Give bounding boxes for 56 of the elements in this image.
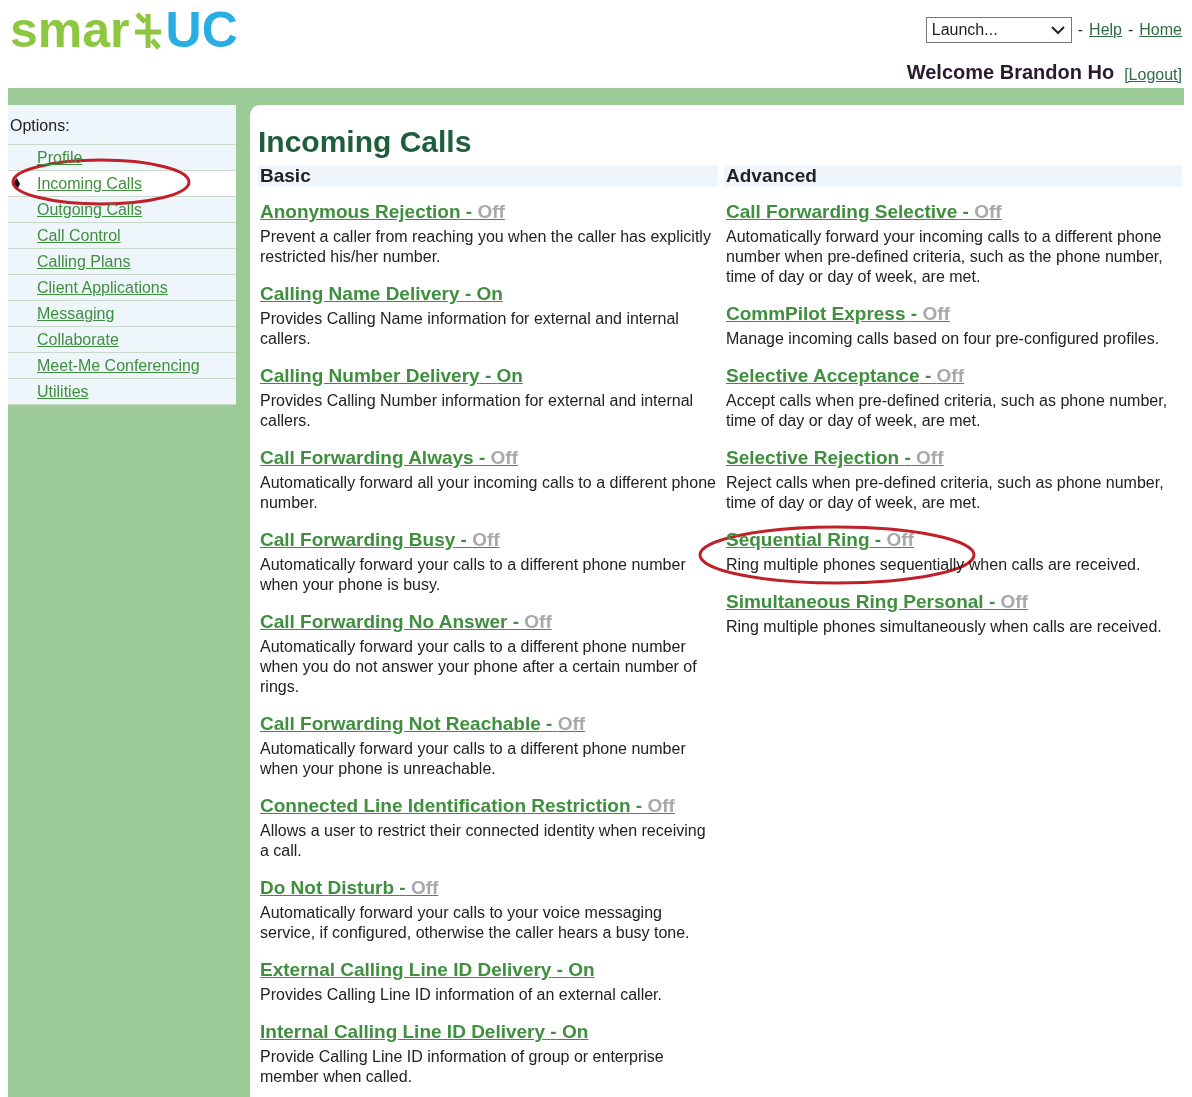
section-heading: Advanced — [724, 165, 1182, 187]
link-separator: - — [1077, 20, 1084, 40]
feature-description: Provides Calling Number information for external and internal callers. — [260, 391, 695, 431]
feature-description: Automatically forward your calls to a different phone number when your phone is busy. — [260, 555, 687, 595]
feature-description: Reject calls when pre-defined criteria, such as phone number, time of day or day of week, are met. — [726, 473, 1165, 513]
feature-link[interactable]: Internal Calling Line ID Delivery - On — [260, 1021, 589, 1042]
sidebar-item[interactable]: Outgoing Calls — [37, 197, 142, 222]
feature-link[interactable]: Sequential Ring - Off — [726, 529, 914, 550]
feature-description: Ring multiple phones simultaneously when calls are received. — [726, 617, 1163, 637]
chevron-down-icon — [1049, 25, 1066, 35]
sidebar-item[interactable]: Collaborate — [37, 327, 119, 352]
feature-description: Allows a user to restrict their connected identity when receiving a call. — [260, 821, 707, 861]
feature-link[interactable]: Selective Acceptance - Off — [726, 365, 964, 386]
feature-description: Automatically forward your calls to your voice messaging service, if configured, otherwise the caller hears a busy tone. — [260, 903, 691, 943]
feature-description: Automatically forward all your incoming calls to a different phone number. — [260, 473, 716, 513]
logo: smar UC — [10, 1, 238, 60]
launch-select[interactable]: Launch... — [925, 17, 1072, 43]
feature-description: Provides Calling Line ID information of an external caller. — [260, 985, 663, 1005]
feature-description: Accept calls when pre-defined criteria, such as phone number, time of day or day of week, are met. — [726, 391, 1169, 431]
feature-description: Automatically forward your incoming calls to a different phone number when pre-defined criteria, such as the phone number, time of day or day of week, are met. — [726, 227, 1164, 287]
feature-link[interactable]: Call Forwarding Busy - Off — [260, 529, 500, 550]
sidebar-item[interactable]: Profile — [37, 145, 83, 170]
sidebar-item[interactable]: Meet-Me Conferencing — [37, 353, 200, 378]
feature-link[interactable]: External Calling Line ID Delivery - On — [260, 959, 595, 980]
feature-link[interactable]: Simultaneous Ring Personal - Off — [726, 591, 1028, 612]
header-link[interactable]: Help — [1089, 18, 1122, 42]
header-link[interactable]: Home — [1139, 18, 1182, 42]
feature-link[interactable]: Call Forwarding Selective - Off — [726, 201, 1002, 222]
feature-link[interactable]: Calling Number Delivery - On — [260, 365, 523, 386]
feature-link[interactable]: Calling Name Delivery - On — [260, 283, 503, 304]
feature-link[interactable]: Do Not Disturb - Off — [260, 877, 439, 898]
section-heading: Basic — [258, 165, 718, 187]
feature-link[interactable]: Call Forwarding Not Reachable - Off — [260, 713, 586, 734]
sidebar-item[interactable]: Client Applications — [37, 275, 168, 300]
sidebar-item[interactable]: Messaging — [37, 301, 115, 326]
sidebar-item[interactable]: Call Control — [37, 223, 121, 248]
feature-description: Prevent a caller from reaching you when the caller has explicitly restricted his/her number. — [260, 227, 712, 267]
feature-link[interactable]: Selective Rejection - Off — [726, 447, 944, 468]
page-title: Incoming Calls — [258, 125, 473, 159]
feature-link[interactable]: Call Forwarding Always - Off — [260, 447, 518, 468]
feature-link[interactable]: Connected Line Identification Restriction - Off — [260, 795, 675, 816]
feature-description: Manage incoming calls based on four pre-configured profiles. — [726, 329, 1161, 349]
sidebar-item[interactable]: Calling Plans — [37, 249, 131, 274]
logout-link[interactable]: [Logout] — [1124, 63, 1182, 87]
feature-description: Ring multiple phones sequentially when calls are received. — [726, 555, 1142, 575]
feature-description: Automatically forward your calls to a different phone number when you do not answer your phone after a certain number of rings. — [260, 637, 698, 697]
feature-description: Provide Calling Line ID information of group or enterprise member when called. — [260, 1047, 665, 1087]
feature-link[interactable]: Call Forwarding No Answer - Off — [260, 611, 552, 632]
feature-link[interactable]: Anonymous Rejection - Off — [260, 201, 505, 222]
sidebar-item[interactable]: Utilities — [37, 379, 89, 404]
feature-description: Provides Calling Name information for external and internal callers. — [260, 309, 680, 349]
link-separator: - — [1128, 20, 1134, 40]
welcome-text: Welcome Brandon Ho — [906, 60, 1115, 85]
feature-description: Automatically forward your calls to a different phone number when your phone is unreachable. — [260, 739, 687, 779]
feature-link[interactable]: CommPilot Express - Off — [726, 303, 950, 324]
sidebar-title: Options: — [8, 105, 236, 145]
